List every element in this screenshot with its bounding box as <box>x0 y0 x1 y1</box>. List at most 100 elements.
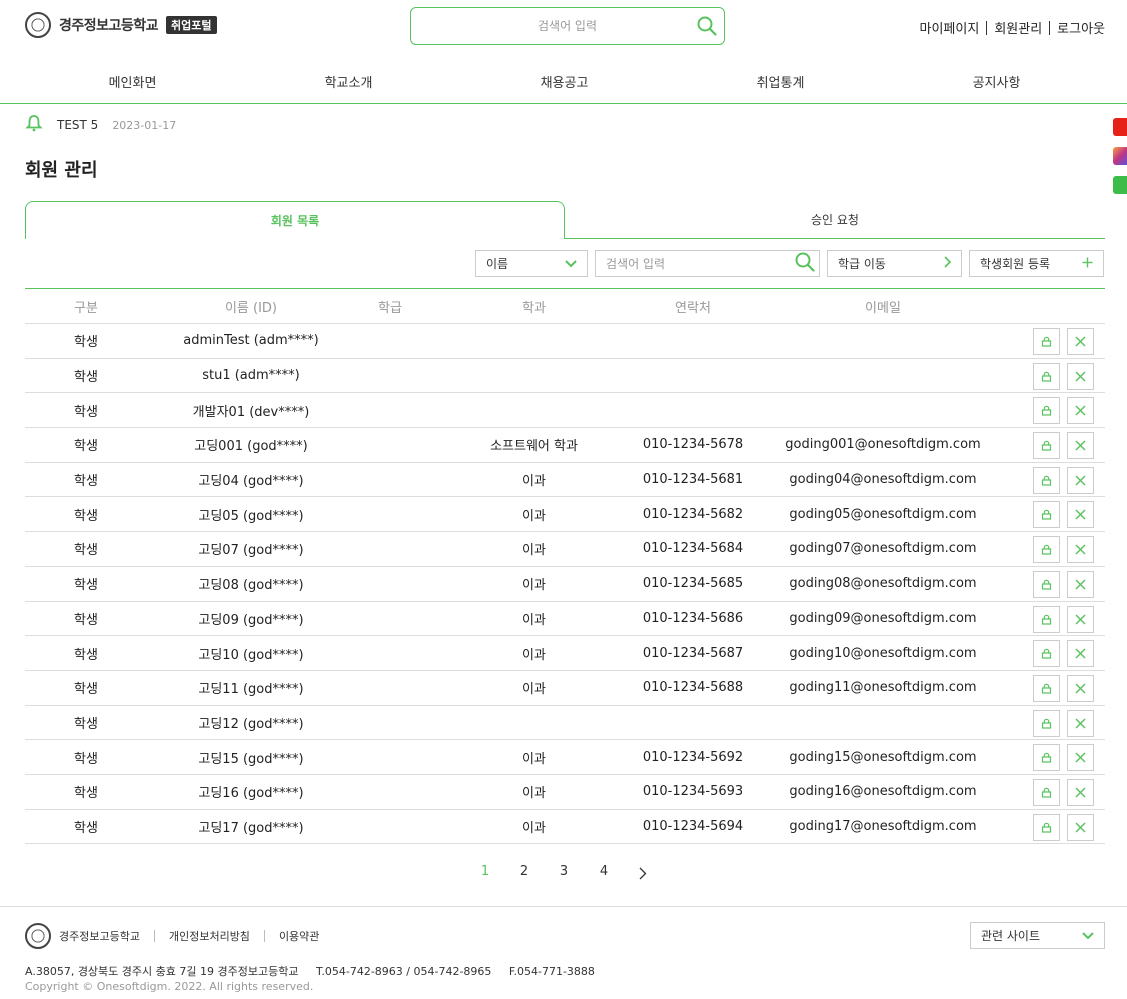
member-management-link[interactable]: 회원관리 <box>994 18 1042 37</box>
cell-name: 고딩15 (god****) <box>198 751 304 767</box>
delete-button[interactable] <box>1067 466 1094 494</box>
lock-button[interactable] <box>1033 778 1060 806</box>
cell-dept: 이과 <box>522 786 546 802</box>
page-2[interactable]: 2 <box>514 864 534 879</box>
delete-button[interactable] <box>1067 432 1094 460</box>
grade-move-label: 학급 이동 <box>838 257 886 271</box>
delete-button[interactable] <box>1067 778 1094 806</box>
tab-approval-requests[interactable]: 승인 요청 <box>565 201 1105 239</box>
cell-name: 고딩16 (god****) <box>198 786 304 802</box>
footer-school-name: 경주정보고등학교 <box>59 930 140 943</box>
delete-button[interactable] <box>1067 570 1094 598</box>
grade-move-button[interactable]: 학급 이동 <box>827 250 962 277</box>
search-icon[interactable] <box>795 252 815 275</box>
delete-button[interactable] <box>1067 605 1094 633</box>
delete-button[interactable] <box>1067 709 1094 737</box>
lock-button[interactable] <box>1033 709 1060 737</box>
cell-email: goding05@onesoftdigm.com <box>789 506 977 522</box>
nav-item-school-intro[interactable]: 학교소개 <box>306 72 391 91</box>
lock-button[interactable] <box>1033 605 1060 633</box>
cell-dept: 이과 <box>522 578 546 594</box>
delete-button[interactable] <box>1067 362 1094 390</box>
delete-button[interactable] <box>1067 501 1094 529</box>
col-name: 이름 (ID) <box>224 300 278 316</box>
youtube-icon[interactable] <box>1113 118 1127 136</box>
table-row: 학생 고딩04 (god****) 이과 010-1234-5681 goding04@… <box>25 463 1105 498</box>
lock-button[interactable] <box>1033 362 1060 390</box>
close-icon <box>1075 440 1086 451</box>
lock-icon <box>1041 822 1052 833</box>
plus-icon <box>1082 257 1093 271</box>
row-actions <box>1026 605 1094 633</box>
delete-button[interactable] <box>1067 813 1094 841</box>
site-logo[interactable]: 경주정보고등학교 취업포털 <box>25 12 217 38</box>
nav-item-job-posting[interactable]: 채용공고 <box>522 72 607 91</box>
user-menu: 마이페이지 회원관리 로그아웃 <box>920 18 1105 37</box>
delete-button[interactable] <box>1067 328 1094 355</box>
cell-email: goding17@onesoftdigm.com <box>789 818 977 834</box>
row-actions <box>1026 640 1094 668</box>
nav-item-employment-stats[interactable]: 취업통계 <box>738 72 823 91</box>
delete-button[interactable] <box>1067 744 1094 772</box>
table-row: 학생 고딩08 (god****) 이과 010-1234-5685 goding08@… <box>25 567 1105 602</box>
lock-button[interactable] <box>1033 744 1060 772</box>
lock-button[interactable] <box>1033 813 1060 841</box>
page-3[interactable]: 3 <box>554 864 574 879</box>
cell-grade <box>355 567 425 601</box>
lock-button[interactable] <box>1033 432 1060 460</box>
table-row: 학생 고딩11 (god****) 이과 010-1234-5688 goding11@… <box>25 671 1105 706</box>
privacy-policy-link[interactable]: 개인정보처리방침 <box>169 928 250 944</box>
pagination: 1 2 3 4 <box>0 864 1127 884</box>
terms-link[interactable]: 이용약관 <box>279 928 319 944</box>
cell-grade <box>355 671 425 705</box>
delete-button[interactable] <box>1067 536 1094 564</box>
instagram-icon[interactable] <box>1113 147 1127 165</box>
page-1[interactable]: 1 <box>475 864 495 879</box>
cell-dept: 이과 <box>522 508 546 524</box>
delete-button[interactable] <box>1067 397 1094 425</box>
search-icon[interactable] <box>697 16 717 40</box>
cell-phone: 010-1234-5684 <box>642 541 744 557</box>
chevron-right-icon[interactable] <box>633 864 653 884</box>
site-header: 경주정보고등학교 취업포털 마이페이지 회원관리 로그아웃 메인화면 학교소개 … <box>0 0 1127 104</box>
table-row: 학생 고딩05 (god****) 이과 010-1234-5682 goding05@… <box>25 497 1105 533</box>
mypage-link[interactable]: 마이페이지 <box>920 18 980 37</box>
lock-icon <box>1041 371 1052 382</box>
lock-button[interactable] <box>1033 328 1060 355</box>
cell-name: stu1 (adm****) <box>202 368 300 384</box>
search-filter-select[interactable]: 이름 <box>475 250 588 277</box>
lock-icon <box>1041 614 1052 625</box>
tab-member-list[interactable]: 회원 목록 <box>25 201 565 239</box>
cell-dept: 이과 <box>522 543 546 559</box>
cell-grade <box>355 324 425 358</box>
lock-button[interactable] <box>1033 501 1060 529</box>
nav-item-notices[interactable]: 공지사항 <box>954 72 1039 91</box>
logout-link[interactable]: 로그아웃 <box>1057 18 1105 37</box>
cell-type: 학생 <box>74 716 98 732</box>
cell-dept: 이과 <box>522 647 546 663</box>
delete-button[interactable] <box>1067 674 1094 702</box>
register-student-button[interactable]: 학생회원 등록 <box>969 250 1104 277</box>
lock-icon <box>1041 475 1052 486</box>
notice-title: TEST 5 <box>57 118 99 132</box>
lock-button[interactable] <box>1033 570 1060 598</box>
lock-button[interactable] <box>1033 536 1060 564</box>
row-actions <box>1026 709 1094 737</box>
close-icon <box>1075 614 1086 624</box>
nav-item-main[interactable]: 메인화면 <box>90 72 175 91</box>
page-4[interactable]: 4 <box>594 864 614 879</box>
lock-button[interactable] <box>1033 466 1060 494</box>
related-sites-select[interactable]: 관련 사이트 <box>970 922 1105 949</box>
delete-button[interactable] <box>1067 640 1094 668</box>
close-icon <box>1075 822 1086 833</box>
member-search-field[interactable]: 검색어 입력 <box>595 250 820 277</box>
row-actions <box>1026 362 1094 390</box>
row-actions <box>1026 328 1094 355</box>
notice-ticker[interactable]: TEST 5 2023-01-17 <box>25 114 176 136</box>
header-search-input[interactable] <box>411 19 724 33</box>
lock-button[interactable] <box>1033 674 1060 702</box>
cell-dept: 이과 <box>522 612 546 628</box>
blog-icon[interactable] <box>1113 176 1127 194</box>
lock-button[interactable] <box>1033 640 1060 668</box>
lock-button[interactable] <box>1033 397 1060 425</box>
